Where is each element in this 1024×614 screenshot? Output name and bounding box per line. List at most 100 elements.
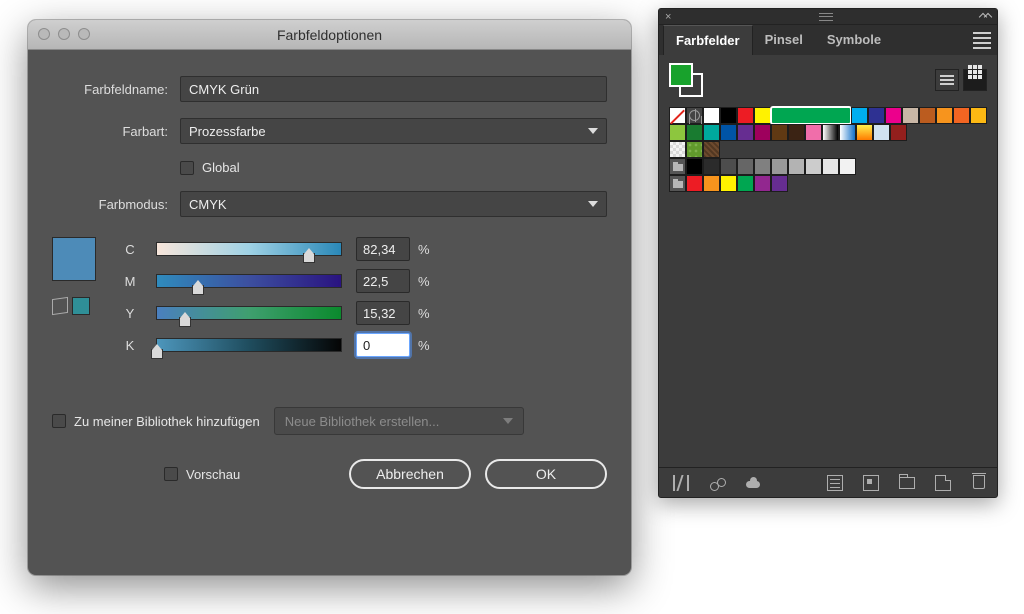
swatch-cell[interactable] [851,107,868,124]
cyan-input[interactable] [356,237,410,261]
swatch-cell[interactable] [669,141,686,158]
magenta-slider[interactable] [156,274,342,288]
swatch-cell[interactable] [771,158,788,175]
tab-symbols[interactable]: Symbole [815,25,893,55]
collapse-icon[interactable] [981,14,991,20]
drag-grip-icon[interactable] [819,13,833,21]
swatch-name-input[interactable] [180,76,607,102]
slider-knob-icon[interactable] [192,285,204,295]
zoom-icon[interactable] [78,28,90,40]
yellow-input[interactable] [356,301,410,325]
swatch-cell[interactable] [771,107,851,124]
swatch-cell[interactable] [686,124,703,141]
swatch-cell[interactable] [953,107,970,124]
swatch-cell[interactable] [703,158,720,175]
swatch-cell[interactable] [936,107,953,124]
new-color-group-icon[interactable] [863,475,879,491]
swatch-cell[interactable] [737,158,754,175]
color-type-value: Prozessfarbe [189,124,266,139]
close-icon[interactable] [38,28,50,40]
swatch-cell[interactable] [737,107,754,124]
magenta-input[interactable] [356,269,410,293]
preview-checkbox[interactable]: Vorschau [52,467,240,482]
swatch-cell[interactable] [686,107,703,124]
black-input[interactable] [356,333,410,357]
swatch-cell[interactable] [970,107,987,124]
swatch-cell[interactable] [754,107,771,124]
swatch-cell[interactable] [890,124,907,141]
cyan-slider[interactable] [156,242,342,256]
panel-grip-bar[interactable]: × [659,9,997,25]
color-type-select[interactable]: Prozessfarbe [180,118,607,144]
slider-knob-icon[interactable] [179,317,191,327]
add-to-library-checkbox[interactable]: Zu meiner Bibliothek hinzufügen [52,414,260,429]
yellow-slider[interactable] [156,306,342,320]
swatch-cell[interactable] [720,107,737,124]
panel-footer [659,467,997,497]
swatch-cell[interactable] [669,175,686,192]
swatch-libraries-icon[interactable] [673,475,689,491]
swatch-cell[interactable] [919,107,936,124]
swatch-cell[interactable] [703,107,720,124]
swatch-cell[interactable] [669,124,686,141]
swatch-cell[interactable] [754,158,771,175]
swatch-cell[interactable] [737,124,754,141]
library-select[interactable]: Neue Bibliothek erstellen... [274,407,524,435]
slider-knob-icon[interactable] [151,349,163,359]
swatch-cell[interactable] [771,124,788,141]
swatch-cell[interactable] [720,158,737,175]
cancel-button[interactable]: Abbrechen [349,459,471,489]
swatch-cell[interactable] [703,124,720,141]
swatch-cell[interactable] [703,141,720,158]
swatch-cell[interactable] [686,158,703,175]
swatch-options-icon[interactable] [827,475,843,491]
swatch-cell[interactable] [902,107,919,124]
list-view-button[interactable] [935,69,959,91]
out-of-gamut-indicator[interactable] [52,297,90,315]
swatch-cell[interactable] [805,158,822,175]
minimize-icon[interactable] [58,28,70,40]
swatch-cell[interactable] [805,124,822,141]
swatch-cell[interactable] [669,158,686,175]
black-slider[interactable] [156,338,342,352]
panel-menu-icon[interactable] [973,32,991,49]
new-swatch-icon[interactable] [935,475,951,491]
grid-view-button[interactable] [963,69,987,91]
swatch-cell[interactable] [737,175,754,192]
swatch-cell[interactable] [686,175,703,192]
swatch-cell[interactable] [839,124,856,141]
close-icon[interactable]: × [665,11,671,23]
fill-swatch[interactable] [669,63,693,87]
swatch-cell[interactable] [868,107,885,124]
swatch-cell[interactable] [788,124,805,141]
swatch-cell[interactable] [669,107,686,124]
swatch-cell[interactable] [885,107,902,124]
swatch-cell[interactable] [754,124,771,141]
swatch-cell[interactable] [856,124,873,141]
slider-knob-icon[interactable] [303,253,315,263]
swatch-cell[interactable] [771,175,788,192]
global-checkbox[interactable]: Global [180,160,240,175]
swatch-cell[interactable] [822,158,839,175]
tab-brushes[interactable]: Pinsel [753,25,815,55]
swatch-cell[interactable] [754,175,771,192]
libraries-cloud-icon[interactable] [745,475,761,491]
ok-button[interactable]: OK [485,459,607,489]
tab-swatches[interactable]: Farbfelder [663,25,753,55]
swatch-cell[interactable] [703,175,720,192]
color-mode-select[interactable]: CMYK [180,191,607,217]
swatch-cell[interactable] [788,158,805,175]
window-controls[interactable] [38,28,90,40]
swatch-cell[interactable] [822,124,839,141]
swatch-cell[interactable] [686,141,703,158]
delete-swatch-icon[interactable] [973,475,985,489]
swatch-cell[interactable] [720,124,737,141]
library-select-value: Neue Bibliothek erstellen... [285,414,440,429]
swatch-cell[interactable] [720,175,737,192]
fill-stroke-indicator[interactable] [669,63,703,97]
swatch-cell[interactable] [873,124,890,141]
new-folder-icon[interactable] [899,477,915,489]
swatch-kinds-icon[interactable] [709,475,725,491]
dialog-titlebar[interactable]: Farbfeldoptionen [28,20,631,50]
swatch-cell[interactable] [839,158,856,175]
